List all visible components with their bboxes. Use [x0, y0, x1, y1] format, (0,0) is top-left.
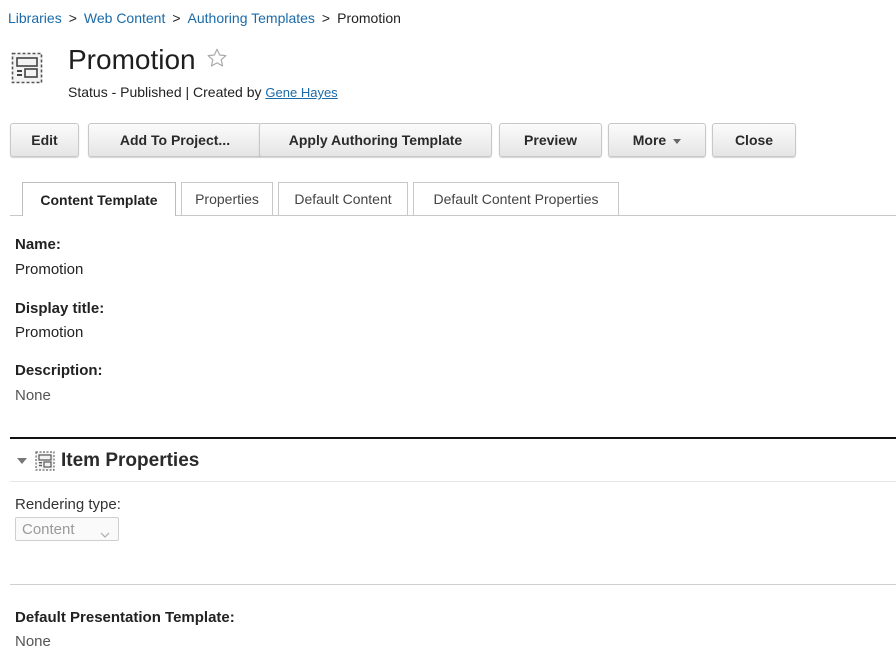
- breadcrumb-web-content[interactable]: Web Content: [84, 10, 165, 26]
- close-button[interactable]: Close: [712, 123, 796, 157]
- rendering-type-select[interactable]: Content: [15, 517, 119, 541]
- add-to-project-button[interactable]: Add To Project...: [88, 123, 262, 157]
- edit-button[interactable]: Edit: [10, 123, 79, 157]
- more-label: More: [632, 132, 667, 148]
- apply-authoring-template-button[interactable]: Apply Authoring Template: [259, 123, 492, 157]
- rendering-type-value: Content: [22, 520, 75, 538]
- collapse-triangle-icon[interactable]: [17, 458, 27, 464]
- breadcrumb: Libraries > Web Content > Authoring Template…: [8, 10, 401, 26]
- star-outline-icon[interactable]: [206, 47, 228, 69]
- more-button[interactable]: More: [608, 123, 706, 157]
- item-properties-icon: [35, 451, 55, 471]
- breadcrumb-separator: >: [68, 10, 77, 26]
- status-text: Status - Published | Created by: [68, 84, 262, 100]
- name-label: Name:: [15, 236, 61, 253]
- default-presentation-label: Default Presentation Template:: [15, 609, 235, 626]
- breadcrumb-separator: >: [172, 10, 181, 26]
- page-title: Promotion: [68, 44, 196, 75]
- edit-button-label: Edit: [31, 132, 58, 148]
- tab-default-content-properties[interactable]: Default Content Properties: [413, 182, 619, 215]
- description-value: None: [15, 387, 51, 404]
- breadcrumb-current: Promotion: [337, 10, 401, 26]
- creator-link[interactable]: Gene Hayes: [265, 85, 337, 100]
- display-title-label: Display title:: [15, 300, 105, 317]
- tab-properties[interactable]: Properties: [181, 182, 273, 215]
- item-properties-header[interactable]: Item Properties: [17, 448, 199, 474]
- apply-authoring-template-label: Apply Authoring Template: [288, 132, 463, 148]
- divider: [10, 584, 896, 585]
- preview-button[interactable]: Preview: [499, 123, 602, 157]
- name-value: Promotion: [15, 261, 84, 278]
- add-to-project-label: Add To Project...: [119, 132, 231, 148]
- template-icon: [11, 52, 43, 84]
- breadcrumb-separator: >: [321, 10, 331, 26]
- preview-label: Preview: [524, 132, 577, 148]
- section-divider: [10, 437, 896, 439]
- status-line: Status - Published | Created by Gene Hay…: [68, 83, 338, 102]
- display-title-value: Promotion: [15, 324, 84, 341]
- default-presentation-value: None: [15, 633, 51, 650]
- chevron-down-icon: [100, 526, 110, 538]
- tab-content-template[interactable]: Content Template: [22, 182, 176, 216]
- breadcrumb-libraries[interactable]: Libraries: [8, 10, 62, 26]
- section-subdivider: [10, 481, 896, 482]
- chevron-down-icon: [673, 138, 682, 144]
- breadcrumb-authoring-templates[interactable]: Authoring Templates: [188, 10, 315, 26]
- description-label: Description:: [15, 362, 103, 379]
- tab-default-content[interactable]: Default Content: [278, 182, 408, 215]
- item-properties-title: Item Properties: [61, 450, 200, 471]
- close-label: Close: [734, 132, 774, 148]
- rendering-type-label: Rendering type:: [15, 496, 121, 513]
